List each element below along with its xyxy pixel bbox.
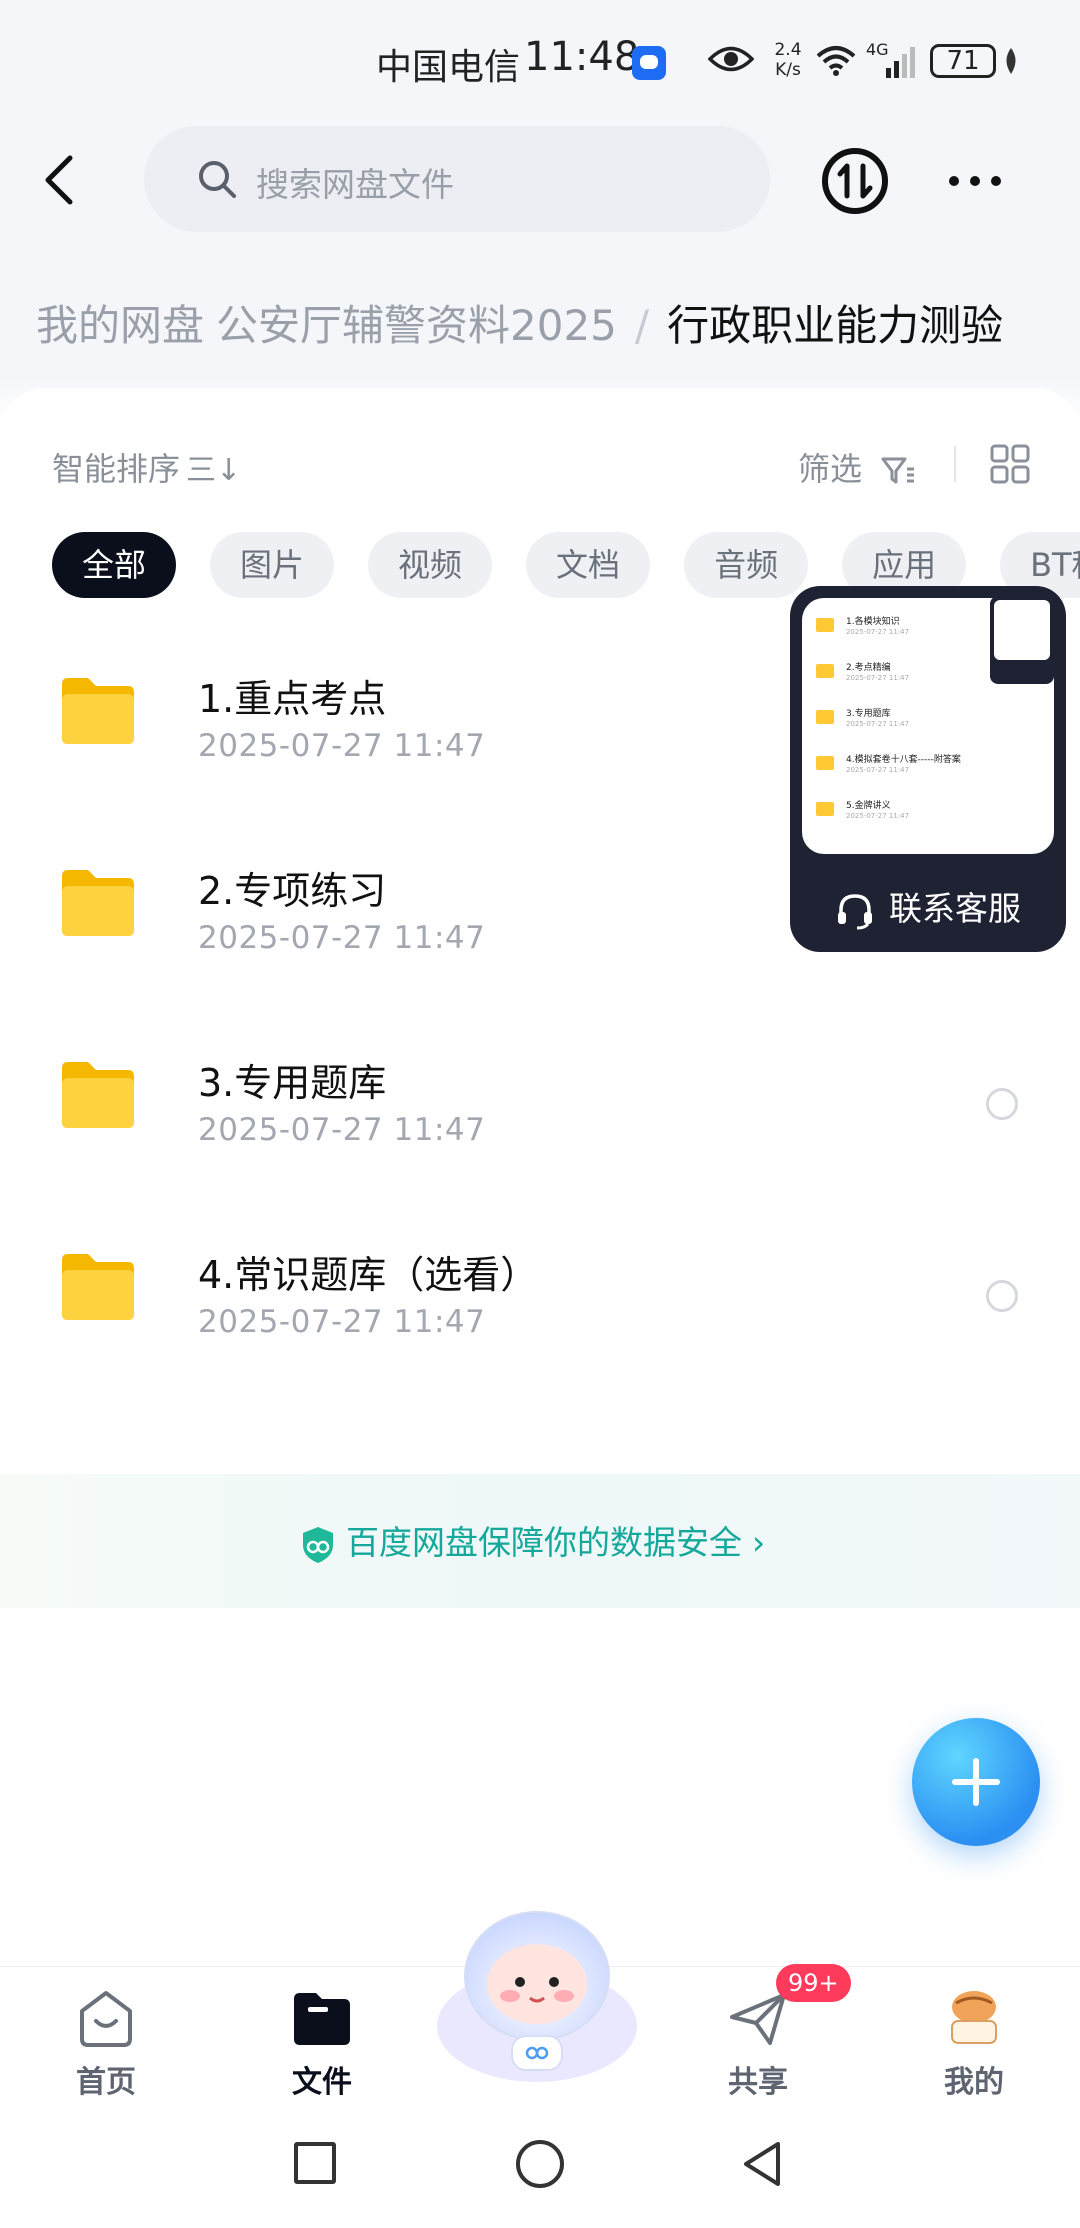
file-name: 1.重点考点	[198, 677, 387, 721]
mini-preview	[990, 596, 1054, 684]
nav-label: 我的	[944, 2065, 1004, 2100]
breadcrumb-root[interactable]: 我的网盘	[36, 301, 204, 350]
wifi-icon	[816, 46, 856, 76]
folder-nav-icon	[294, 1993, 350, 2045]
home-icon	[80, 1991, 132, 2047]
sort-button[interactable]: 智能排序 三↓	[52, 444, 241, 490]
file-date: 2025-07-27 11:47	[198, 920, 486, 956]
nav-label: 共享	[728, 2065, 788, 2100]
search-placeholder: 搜索网盘文件	[256, 165, 454, 204]
breadcrumb-separator: /	[634, 301, 650, 350]
file-name: 3.专用题库	[198, 1061, 387, 1105]
more-icon[interactable]	[946, 166, 1004, 196]
app-notification-icon	[632, 46, 666, 80]
folder-icon	[62, 1062, 134, 1128]
back-triangle-icon[interactable]	[740, 2140, 786, 2188]
status-bar: 中国电信 11:48 2.4 K/s 4G 71	[0, 0, 1080, 124]
security-text: 百度网盘保障你的数据安全	[346, 1523, 742, 1562]
share-badge: 99+	[776, 1964, 851, 2002]
breadcrumb-current: 行政职业能力测验	[667, 301, 1004, 350]
nav-files[interactable]: 文件	[252, 1967, 392, 2109]
nav-label: 首页	[76, 2065, 136, 2100]
net-speed: 2.4 K/s	[774, 40, 802, 80]
chip-audio[interactable]: 音频	[684, 532, 809, 598]
filter-button[interactable]: 筛选	[798, 444, 916, 490]
file-name: 2.专项练习	[198, 869, 387, 913]
sort-label: 智能排序	[52, 450, 181, 488]
preview-row: 5.金牌讲义 2025-07-27 11:47	[816, 798, 1036, 828]
recents-button[interactable]	[294, 2142, 336, 2184]
power-saving-icon	[1006, 48, 1016, 74]
preview-row: 3.专用题库 2025-07-27 11:47	[816, 706, 1036, 736]
carrier-label: 中国电信	[376, 47, 521, 88]
folder-icon	[62, 1254, 134, 1320]
signal-icon	[886, 47, 915, 78]
nav-label: 文件	[292, 2065, 352, 2100]
clock: 11:48	[524, 34, 640, 80]
file-name: 4.常识题库（选看）	[198, 1253, 539, 1297]
file-date: 2025-07-27 11:47	[198, 1112, 486, 1148]
chip-all[interactable]: 全部	[52, 532, 177, 598]
breadcrumb-parent[interactable]: 公安厅辅警资料2025	[216, 301, 617, 350]
file-row[interactable]: 4.常识题库（选看） 2025-07-27 11:47	[0, 1216, 1080, 1406]
folder-icon	[62, 678, 134, 744]
search-bar[interactable]: 搜索网盘文件	[144, 126, 770, 232]
add-button[interactable]	[912, 1718, 1040, 1846]
back-icon[interactable]	[36, 150, 92, 210]
customer-service-label[interactable]: 联系客服	[790, 866, 1066, 952]
file-row[interactable]: 3.专用题库 2025-07-27 11:47	[0, 1024, 1080, 1214]
chip-documents[interactable]: 文档	[526, 532, 651, 598]
search-icon	[199, 161, 236, 198]
shield-icon	[303, 1526, 333, 1563]
eye-icon	[708, 46, 754, 72]
home-button[interactable]	[516, 2140, 564, 2188]
folder-icon	[62, 870, 134, 936]
chevron-right-icon: ›	[752, 1523, 766, 1562]
file-date: 2025-07-27 11:47	[198, 1304, 486, 1340]
chip-videos[interactable]: 视频	[368, 532, 493, 598]
filter-label: 筛选	[798, 450, 863, 488]
preview-row: 4.模拟套卷十八套-----附答案 2025-07-27 11:47	[816, 752, 1036, 782]
customer-service-float[interactable]: 1.各模块知识 2025-07-27 11:47 2.考点精编 2025-07-27…	[790, 586, 1066, 952]
chip-images[interactable]: 图片	[210, 532, 335, 598]
select-radio[interactable]	[986, 1088, 1018, 1120]
nav-mine[interactable]: 我的	[904, 1967, 1044, 2109]
headset-icon	[838, 893, 872, 929]
avatar-icon	[951, 1991, 997, 2044]
breadcrumb: 我的网盘 公安厅辅警资料2025 / 行政职业能力测验	[36, 292, 1080, 352]
nav-home[interactable]: 首页	[36, 1967, 176, 2109]
battery-indicator: 71	[930, 44, 996, 78]
screen: 中国电信 11:48 2.4 K/s 4G 71 搜索网盘文件 我的网盘 公安厅…	[0, 0, 1080, 2228]
send-icon	[730, 1993, 786, 2045]
filter-icon	[881, 457, 915, 484]
security-banner[interactable]: 百度网盘保障你的数据安全 ›	[0, 1474, 1080, 1608]
file-date: 2025-07-27 11:47	[198, 728, 486, 764]
sort-icon: 三↓	[186, 453, 242, 488]
grid-view-icon[interactable]	[990, 444, 1030, 484]
select-radio[interactable]	[986, 1280, 1018, 1312]
transfer-icon[interactable]	[820, 146, 890, 216]
toolbar-divider	[954, 446, 956, 482]
mascot-icon[interactable]	[432, 1906, 642, 2090]
